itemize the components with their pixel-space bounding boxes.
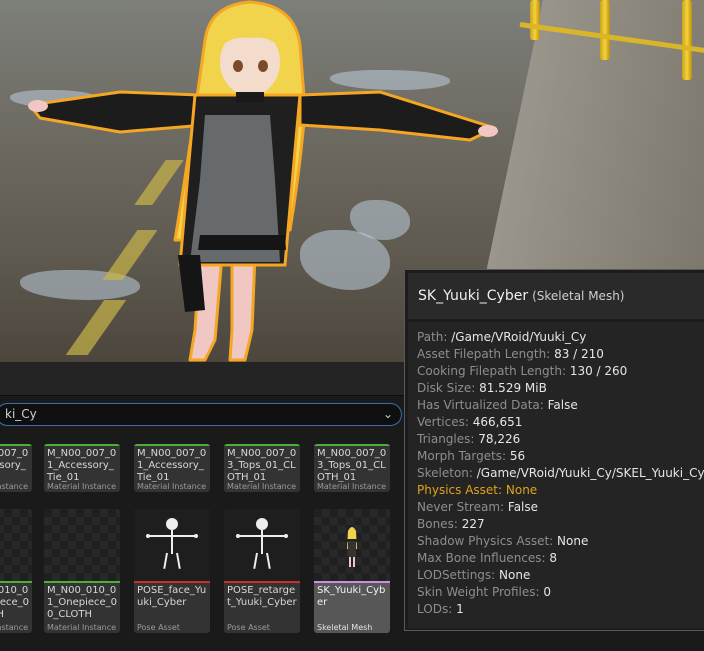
property-value: False [547,398,578,412]
property-label: Asset Filepath Length: [417,347,551,361]
asset-type: Material Instance [0,482,29,491]
asset-type: Material Instance [47,482,117,491]
skeleton-icon [236,518,288,569]
asset-type: Material Instance [137,482,207,491]
tooltip-property-row: Never Stream: False [417,499,704,516]
property-label: LODs: [417,602,453,616]
character-thumbnail-icon [344,527,360,567]
search-input[interactable]: ki_Cy ⌄ [0,403,402,426]
property-value: False [507,500,539,514]
property-value: 1 [456,602,464,616]
tooltip-property-row: Vertices: 466,651 [417,414,704,431]
asset-name: M_N00_007_01_Accessory_Tie_01 [0,448,29,471]
tooltip-property-row: LODs: 1 [417,601,704,618]
asset-type: Material Instance [227,482,297,491]
tooltip-property-row: Cooking Filepath Length: 130 / 260 [417,363,704,380]
asset-type: Pose Asset [227,623,270,632]
tooltip-property-row: Max Bone Influences: 8 [417,550,704,567]
asset-name: M_N00_007_01_Accessory_Tie_01 [137,448,207,482]
property-value: 8 [549,551,558,565]
property-value: /Game/VRoid/Yuuki_Cy/SKEL_Yuuki_Cyber [476,466,704,480]
property-label: Cooking Filepath Length: [417,364,566,378]
property-label: Physics Asset: [417,483,503,497]
tooltip-title: SK_Yuuki_Cyber (Skeletal Mesh) [418,288,624,304]
asset-type: Skeletal Mesh [317,623,373,632]
asset-tile[interactable]: M_N00_010_01_Onepiece_00_CLOTH Material … [44,509,120,633]
tooltip-property-row: Morph Targets: 56 [417,448,704,465]
tooltip-property-row: Triangles: 78,226 [417,431,704,448]
property-label: Skin Weight Profiles: [417,585,540,599]
asset-type: Material Instance [47,623,117,632]
asset-name: POSE_face_Yuuki_Cyber [137,585,207,608]
property-label: LODSettings: [417,568,496,582]
property-value: None [505,483,538,497]
asset-name: M_N00_007_01_Accessory_Tie_01 [47,448,117,482]
property-label: Path: [417,330,448,344]
tooltip-property-row: Bones: 227 [417,516,704,533]
tooltip-property-row: LODSettings: None [417,567,704,584]
property-label: Triangles: [417,432,475,446]
property-value: 78,226 [478,432,521,446]
asset-name: SK_Yuuki_Cyber [317,585,386,608]
tooltip-properties: Path: /Game/VRoid/Yuuki_Cy Asset Filepath… [417,329,704,618]
asset-tooltip: SK_Yuuki_Cyber (Skeletal Mesh) Path: /Gam… [404,269,704,631]
property-value: None [557,534,589,548]
asset-tile[interactable]: POSE_face_Yuuki_Cyber Pose Asset [134,509,210,633]
asset-name: M_N00_010_01_Onepiece_00_CLOTH [47,585,118,620]
property-label: Disk Size: [417,381,476,395]
property-value: 466,651 [472,415,523,429]
asset-type: Pose Asset [137,623,180,632]
tooltip-property-row: Path: /Game/VRoid/Yuuki_Cy [417,329,704,346]
asset-thumbnail [134,509,210,581]
asset-thumbnail [0,509,32,581]
asset-tile[interactable]: M_N00_010_01_Onepiece_00_CLOTH Material … [0,509,32,633]
asset-type: Material Instance [317,482,387,491]
tooltip-property-row: Shadow Physics Asset: None [417,533,704,550]
asset-tile[interactable]: POSE_retarget_Yuuki_Cyber Pose Asset [224,509,300,633]
tooltip-asset-kind: (Skeletal Mesh) [532,289,625,303]
asset-name: POSE_retarget_Yuuki_Cyber [227,585,297,608]
tooltip-property-row: Disk Size: 81.529 MiB [417,380,704,397]
property-label: Morph Targets: [417,449,507,463]
asset-tile[interactable]: M_N00_007_03_Tops_01_CLOTH_01 Material I… [314,444,390,492]
asset-tile-selected[interactable]: SK_Yuuki_Cyber Skeletal Mesh [314,509,390,633]
search-value: ki_Cy [5,407,37,421]
tooltip-property-row: Physics Asset: None [417,482,704,499]
skeleton-icon [146,518,198,569]
tooltip-property-row: Skeleton: /Game/VRoid/Yuuki_Cy/SKEL_Yuuk… [417,465,704,482]
asset-thumbnail [224,509,300,581]
asset-name: M_N00_007_03_Tops_01_CLOTH_01 [317,448,387,482]
asset-thumbnail [44,509,120,581]
tooltip-property-row: Asset Filepath Length: 83 / 210 [417,346,704,363]
asset-name: M_N00_010_01_Onepiece_00_CLOTH [0,585,30,620]
tooltip-asset-name: SK_Yuuki_Cyber [418,288,529,304]
asset-tile[interactable]: M_N00_007_01_Accessory_Tie_01 Material I… [44,444,120,492]
property-value: 0 [543,585,552,599]
tooltip-header: SK_Yuuki_Cyber (Skeletal Mesh) [408,273,704,319]
asset-tile[interactable]: M_N00_007_03_Tops_01_CLOTH_01 Material I… [224,444,300,492]
tooltip-property-row: Has Virtualized Data: False [417,397,704,414]
property-label: Skeleton: [417,466,473,480]
asset-name: M_N00_007_03_Tops_01_CLOTH_01 [227,448,297,482]
property-label: Shadow Physics Asset: [417,534,554,548]
property-label: Max Bone Influences: [417,551,546,565]
property-label: Has Virtualized Data: [417,398,544,412]
property-value: 56 [509,449,526,463]
property-label: Never Stream: [417,500,505,514]
asset-thumbnail [314,509,390,581]
chevron-down-icon[interactable]: ⌄ [383,404,393,425]
asset-type: Material Instance [0,623,29,632]
property-value: 81.529 MiB [479,381,547,395]
property-value: /Game/VRoid/Yuuki_Cy [451,330,587,344]
tooltip-property-row: Skin Weight Profiles: 0 [417,584,704,601]
property-label: Vertices: [417,415,469,429]
tooltip-body: Path: /Game/VRoid/Yuuki_Cy Asset Filepath… [408,322,704,628]
property-value: 227 [461,517,485,531]
property-label: Bones: [417,517,458,531]
property-value: 83 / 210 [554,347,604,361]
property-value: None [499,568,531,582]
property-value: 130 / 260 [569,364,628,378]
asset-tile[interactable]: M_N00_007_01_Accessory_Tie_01 Material I… [134,444,210,492]
asset-tile[interactable]: M_N00_007_01_Accessory_Tie_01 Material I… [0,444,32,492]
